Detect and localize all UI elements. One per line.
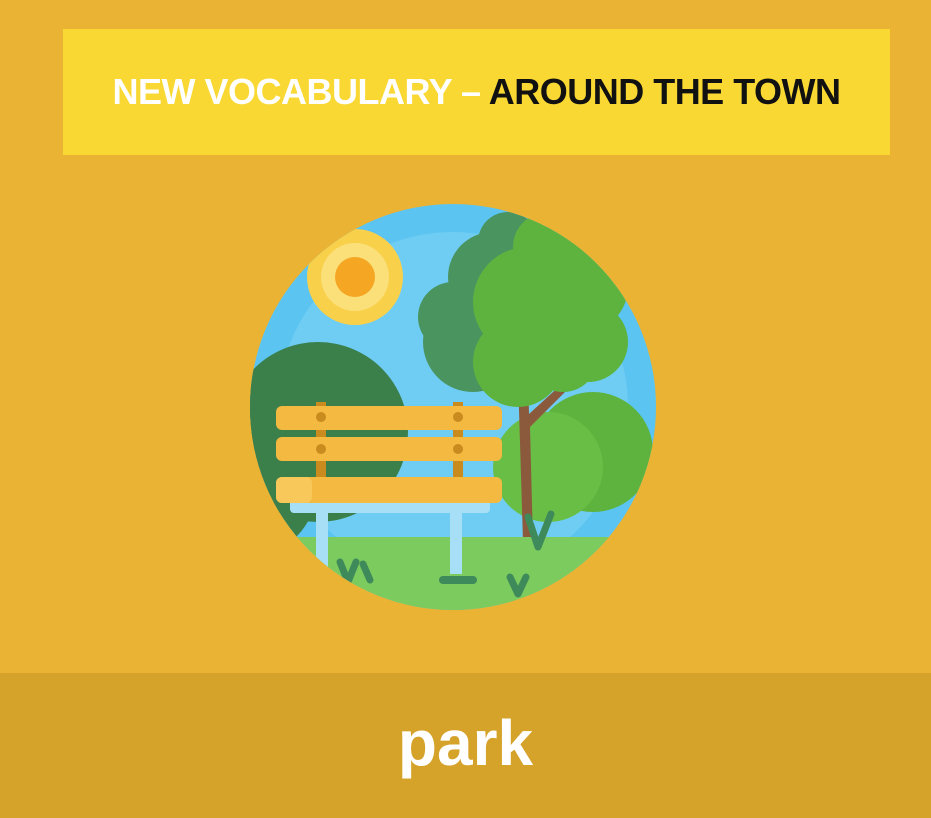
word-band: park [0, 673, 931, 818]
title-lead: NEW VOCABULARY [112, 71, 452, 112]
title-banner: NEW VOCABULARY – AROUND THE TOWN [63, 29, 890, 155]
bench-seat-highlight [276, 477, 312, 503]
park-bench-icon [250, 204, 656, 610]
bench-bolt-4 [453, 444, 463, 454]
tree-light-foliage-6 [528, 322, 598, 392]
vocabulary-word: park [397, 706, 534, 779]
bush-right-2 [493, 412, 603, 522]
bench-plank-middle [276, 437, 502, 461]
tree-light-foliage-5 [513, 212, 583, 282]
title-tail: AROUND THE TOWN [488, 71, 841, 112]
bench-bolt-2 [453, 412, 463, 422]
bench-plank-top [276, 406, 502, 430]
page-title: NEW VOCABULARY – AROUND THE TOWN [112, 71, 841, 112]
bench-bolt-1 [316, 412, 326, 422]
sun-core [335, 257, 375, 297]
title-dash: – [461, 71, 481, 112]
bench-bolt-3 [316, 444, 326, 454]
sun-icon [307, 229, 403, 325]
